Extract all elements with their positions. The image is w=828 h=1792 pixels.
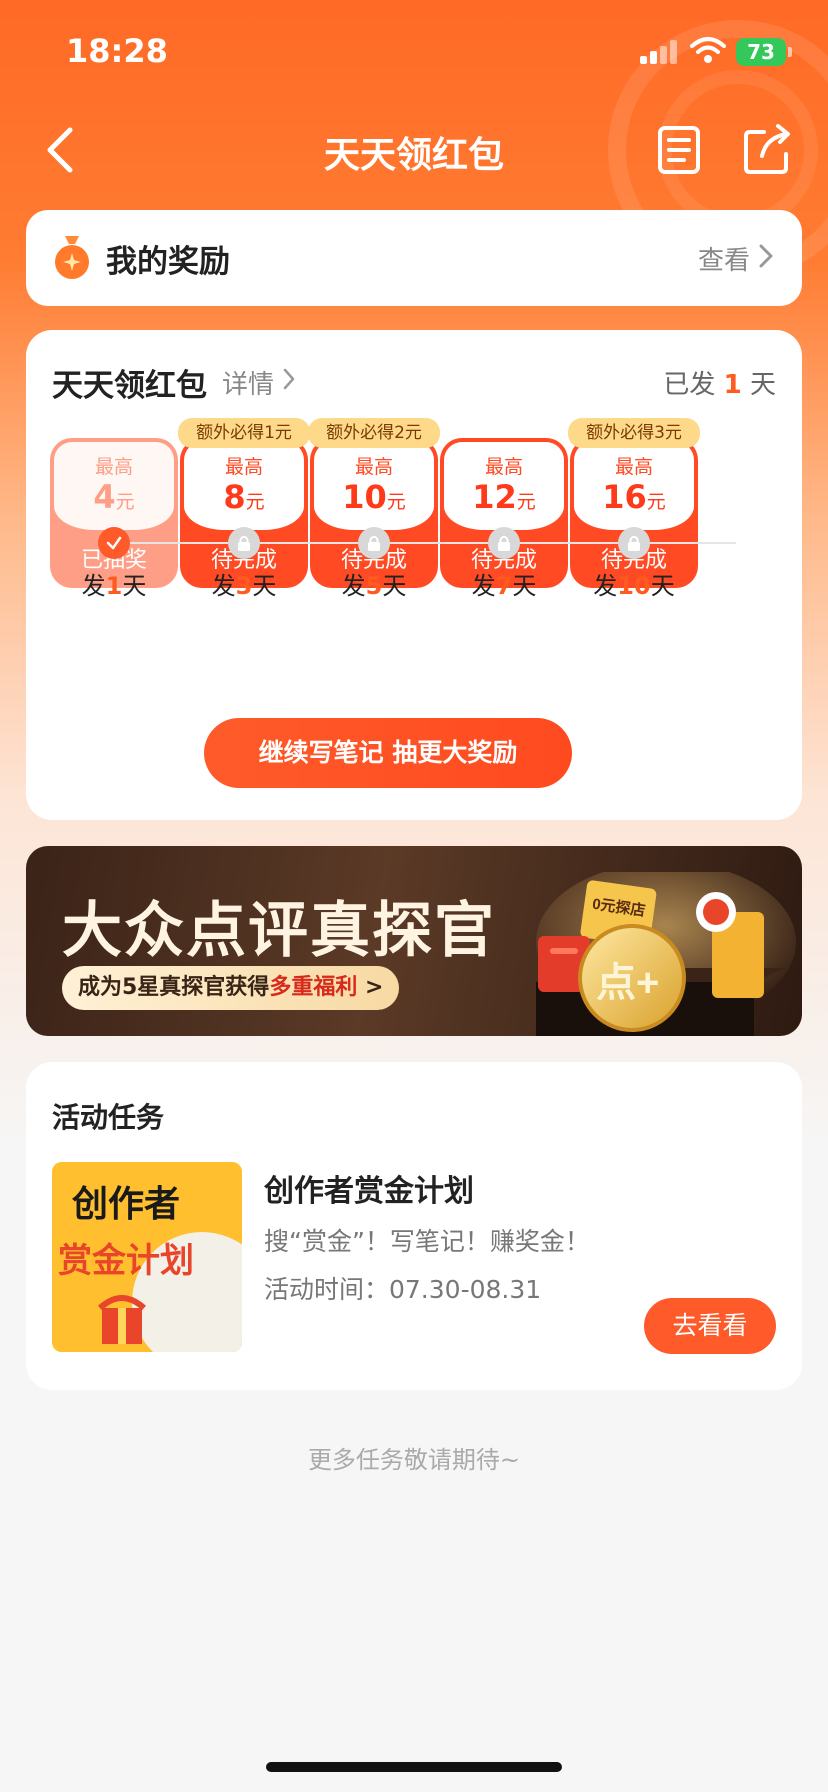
page-title: 天天领红包	[323, 135, 504, 176]
chevron-right-icon	[283, 368, 295, 390]
sent-days-indicator: 已发 1 天	[663, 364, 776, 401]
document-icon[interactable]	[656, 122, 702, 178]
lock-icon	[488, 527, 520, 559]
status-bar: 18:28 73	[0, 0, 828, 100]
tile-amount-value: 10	[342, 478, 387, 516]
check-icon	[98, 527, 130, 559]
tile-max-label: 最高	[614, 456, 653, 478]
tile-amount-unit: 元	[386, 491, 406, 513]
tile-amount: 16元	[574, 478, 694, 516]
day-suffix: 天	[122, 572, 147, 600]
nav-bar: 天天领红包	[0, 110, 828, 190]
battery-tip	[788, 47, 792, 57]
reward-view-link[interactable]: 查看	[698, 240, 750, 277]
my-reward-card[interactable]: 我的奖励 查看	[26, 210, 802, 306]
battery-icon: 73	[736, 38, 786, 66]
bonus-badge: 额外必得2元	[308, 418, 440, 448]
day-prefix: 发	[471, 572, 496, 600]
day-suffix: 天	[512, 572, 537, 600]
day-number: 10	[617, 572, 651, 600]
lock-icon	[358, 527, 390, 559]
tile-top: 最高 8元	[184, 442, 304, 530]
tile-amount: 4元	[54, 478, 174, 516]
packet-detail-link[interactable]: 详情	[222, 364, 274, 401]
money-bag-icon	[55, 236, 89, 279]
task-time: 活动时间：07.30-08.31	[264, 1275, 542, 1304]
tile-amount-value: 4	[93, 478, 116, 516]
reward-title: 我的奖励	[106, 244, 230, 280]
task-description: 搜“赏金”！写笔记！赚奖金！	[264, 1227, 590, 1256]
tile-max-label: 最高	[94, 456, 133, 478]
continue-writing-button[interactable]: 继续写笔记 抽更大奖励	[204, 718, 572, 788]
day-label: 发1天	[50, 566, 178, 601]
status-time: 18:28	[66, 32, 168, 70]
banner-subtitle[interactable]: 成为5星真探官获得多重福利 >	[62, 966, 400, 1010]
day-number: 5	[365, 572, 383, 600]
task-section-title: 活动任务	[52, 1101, 165, 1134]
tile-top: 最高 10元	[314, 442, 434, 530]
wifi-icon	[690, 37, 726, 63]
lock-icon	[228, 527, 260, 559]
chevron-right-icon	[759, 244, 773, 268]
task-thumbnail[interactable]: 创作者 赏金计划	[52, 1162, 242, 1352]
day-prefix: 发	[593, 572, 618, 600]
lock-icon	[618, 527, 650, 559]
tile-amount-unit: 元	[646, 491, 666, 513]
red-packet-card: 天天领红包 详情 已发 1 天 最高 4元 已抽奖 最高 8元 待完成 额外必得…	[26, 330, 802, 820]
day-prefix: 发	[211, 572, 236, 600]
promo-banner[interactable]: 大众点评真探官 成为5星真探官获得多重福利 > 0元探店 点+	[26, 846, 802, 1036]
thumb-line2: 赏金计划	[58, 1241, 194, 1280]
banner-sub-highlight: 多重福利	[269, 975, 358, 1000]
sent-prefix: 已发	[663, 370, 716, 400]
banner-sub-prefix: 成为5星真探官获得	[78, 975, 270, 1000]
tile-amount: 10元	[314, 478, 434, 516]
tile-max-label: 最高	[354, 456, 393, 478]
packet-title: 天天领红包	[52, 368, 207, 404]
share-icon[interactable]	[742, 122, 792, 178]
tile-amount-unit: 元	[245, 491, 265, 513]
day-suffix: 天	[650, 572, 675, 600]
tile-top: 最高 12元	[444, 442, 564, 530]
banner-title: 大众点评真探官	[62, 896, 496, 966]
gift-box-illustration: 0元探店 点+	[536, 872, 796, 1036]
banner-sub-arrow: >	[365, 975, 384, 1000]
tile-amount-value: 16	[602, 478, 647, 516]
tile-amount-unit: 元	[115, 491, 135, 513]
day-number: 3	[235, 572, 253, 600]
day-label: 发5天	[310, 566, 438, 601]
sent-suffix: 天	[749, 370, 776, 400]
sent-days: 1	[723, 370, 742, 400]
day-number: 1	[105, 572, 123, 600]
day-prefix: 发	[81, 572, 106, 600]
tile-amount-value: 12	[472, 478, 517, 516]
tile-top: 最高 16元	[574, 442, 694, 530]
tile-max-label: 最高	[224, 456, 263, 478]
day-suffix: 天	[382, 572, 407, 600]
tile-amount-unit: 元	[516, 491, 536, 513]
day-number: 7	[495, 572, 513, 600]
day-suffix: 天	[252, 572, 277, 600]
go-see-button[interactable]: 去看看	[644, 1298, 776, 1354]
activity-task-card: 活动任务 创作者 赏金计划 创作者赏金计划 搜“赏金”！写笔记！赚奖金！ 活动时…	[26, 1062, 802, 1390]
day-label: 发7天	[440, 566, 568, 601]
task-name: 创作者赏金计划	[264, 1174, 474, 1209]
tile-max-label: 最高	[484, 456, 523, 478]
tile-amount: 8元	[184, 478, 304, 516]
tile-amount: 12元	[444, 478, 564, 516]
day-label: 发10天	[570, 566, 698, 601]
day-label: 发3天	[180, 566, 308, 601]
home-indicator[interactable]	[266, 1762, 562, 1772]
tile-top: 最高 4元	[54, 442, 174, 530]
signal-icon	[640, 40, 678, 64]
bonus-badge: 额外必得3元	[568, 418, 700, 448]
thumb-line1: 创作者	[72, 1183, 180, 1224]
bonus-badge: 额外必得1元	[178, 418, 310, 448]
coin-label: 点+	[596, 961, 659, 1005]
day-prefix: 发	[341, 572, 366, 600]
more-tasks-tip: 更多任务敬请期待~	[307, 1446, 521, 1474]
tile-amount-value: 8	[223, 478, 246, 516]
